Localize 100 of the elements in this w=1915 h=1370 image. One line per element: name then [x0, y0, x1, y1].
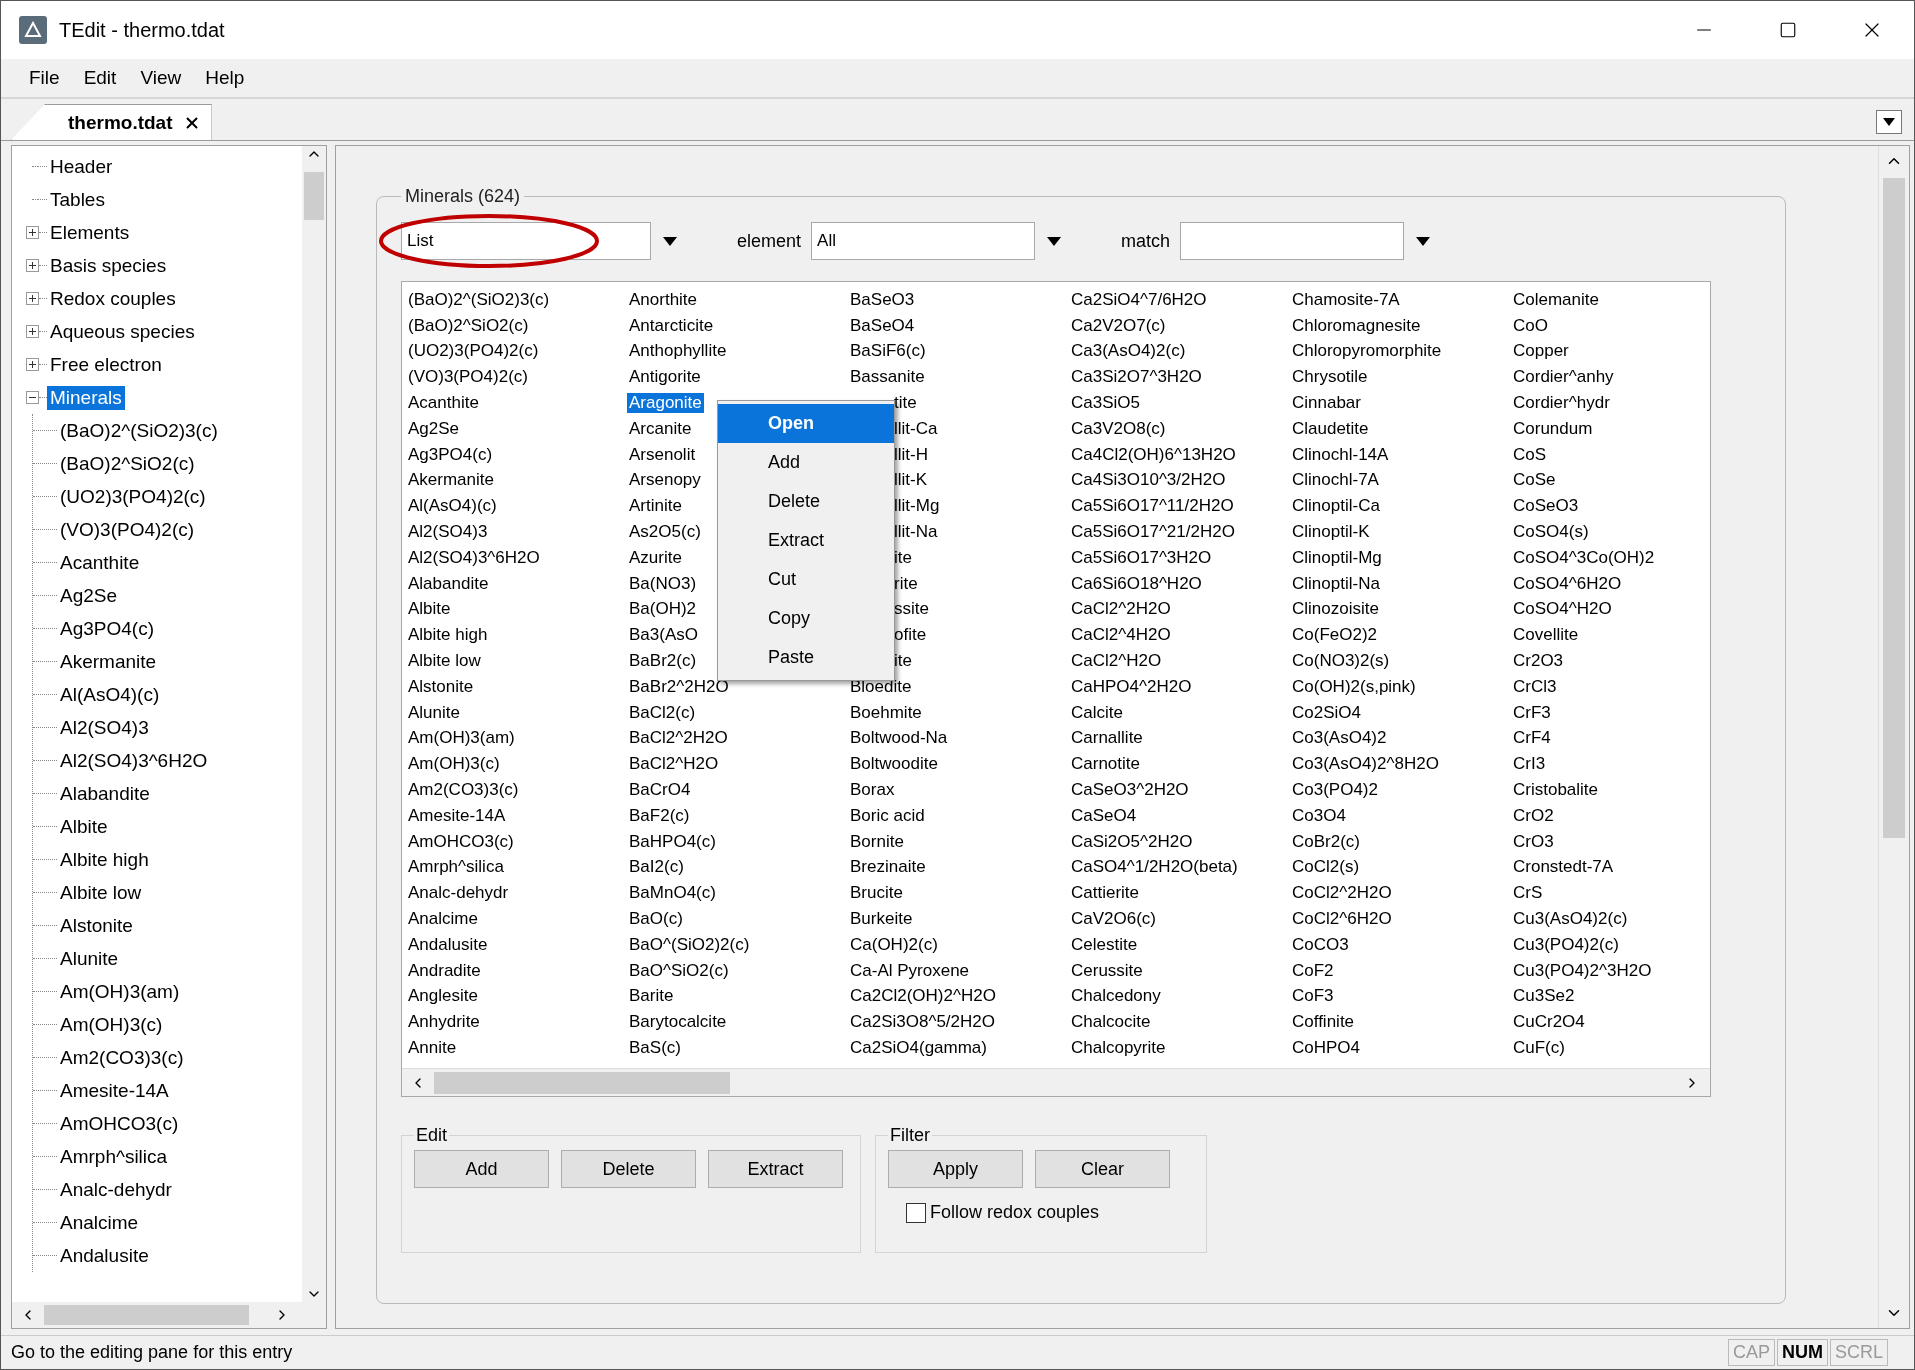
list-item[interactable]: Cristobalite [1511, 780, 1601, 801]
list-item[interactable]: Cerussite [1069, 960, 1145, 981]
dropdown-arrow-icon[interactable] [1883, 118, 1895, 126]
menu-item[interactable]: Add [718, 443, 894, 483]
list-item[interactable]: Ca2V2O7(c) [1069, 315, 1168, 336]
list-item[interactable]: Co2SiO4 [1290, 702, 1363, 723]
expand-icon[interactable] [26, 259, 39, 272]
list-item[interactable]: CoSO4^H2O [1511, 599, 1614, 620]
list-item[interactable]: ssite [892, 599, 931, 620]
list-item[interactable]: (BaO)2^(SiO2)3(c) [406, 289, 552, 310]
list-item[interactable]: Analcime [406, 909, 480, 929]
list-item[interactable]: Claudetite [1290, 418, 1371, 439]
action-button[interactable]: Extract [708, 1150, 843, 1188]
list-item[interactable]: Brucite [848, 883, 905, 904]
list-item[interactable]: Arsenopy [627, 470, 703, 491]
list-item[interactable]: Alunite [406, 702, 462, 723]
list-item[interactable]: Clinoptil-K [1290, 522, 1372, 543]
list-item[interactable]: Copper [1511, 341, 1571, 362]
list-item[interactable]: Covellite [1511, 625, 1581, 646]
list-item[interactable]: Co(OH)2(s,pink) [1290, 676, 1418, 697]
tree-item[interactable]: Akermanite [57, 649, 160, 674]
dropdown-arrow-icon[interactable] [663, 236, 677, 246]
list-item[interactable]: Colemanite [1511, 289, 1601, 310]
list-item[interactable]: CaV2O6(c) [1069, 909, 1159, 929]
list-item[interactable]: BaI2(c) [627, 857, 686, 878]
tree-item[interactable]: Redox couples [47, 286, 179, 311]
maximize-icon[interactable] [1779, 21, 1797, 39]
list-item[interactable]: Ca6Si6O18^H2O [1069, 573, 1204, 594]
list-item[interactable]: BaHPO4(c) [627, 831, 718, 852]
list-item[interactable]: As2O5(c) [627, 522, 703, 543]
list-item[interactable]: Cordier^hydr [1511, 393, 1612, 414]
list-item[interactable]: Ca3SiO5 [1069, 393, 1142, 414]
list-item[interactable]: CuCr2O4 [1511, 1012, 1587, 1033]
list-item[interactable]: Co3(PO4)2 [1290, 780, 1380, 801]
list-item[interactable]: Andalusite [406, 934, 490, 955]
list-item[interactable]: Barite [627, 986, 676, 1007]
list-item[interactable]: Anthophyllite [627, 341, 729, 362]
list-item[interactable]: Chalcedony [1069, 986, 1163, 1007]
list-item[interactable]: CrI3 [1511, 754, 1548, 775]
list-item[interactable]: BaSeO3 [848, 289, 917, 310]
list-item[interactable]: CoCl2(s) [1290, 857, 1362, 878]
match-field[interactable] [1180, 222, 1405, 260]
list-item[interactable]: Ca3Si2O7^3H2O [1069, 367, 1204, 388]
list-item[interactable]: Clinozoisite [1290, 599, 1381, 620]
list-item[interactable]: CoCO3 [1290, 934, 1351, 955]
list-item[interactable]: BaO^(SiO2)2(c) [627, 934, 752, 955]
menu-item[interactable]: File [19, 63, 70, 93]
list-item[interactable]: CrF3 [1511, 702, 1553, 723]
list-item[interactable]: Analc-dehydr [406, 883, 511, 904]
list-item[interactable]: Ca2Si3O8^5/2H2O [848, 1012, 997, 1033]
list-item[interactable]: BaF2(c) [627, 805, 692, 826]
list-item[interactable]: Co(FeO2)2 [1290, 625, 1380, 646]
list-item[interactable]: Cinnabar [1290, 393, 1363, 414]
menu-item[interactable]: View [130, 63, 192, 93]
list-item[interactable]: Antarcticite [627, 315, 716, 336]
list-item[interactable]: Cu3Se2 [1511, 986, 1577, 1007]
list-item[interactable]: CrO2 [1511, 805, 1556, 826]
list-item[interactable]: BaCl2^H2O [627, 754, 721, 775]
list-item[interactable]: CoHPO4 [1290, 1038, 1363, 1058]
list-item[interactable]: Celestite [1069, 934, 1140, 955]
list-item[interactable]: Clinoptil-Na [1290, 573, 1382, 594]
list-item[interactable]: Aragonite [627, 393, 704, 414]
list-item[interactable]: CaCl2^4H2O [1069, 625, 1173, 646]
list-item[interactable]: Burkeite [848, 909, 915, 929]
tree-item[interactable]: Al(AsO4)(c) [57, 682, 163, 707]
list-item[interactable]: CrCl3 [1511, 676, 1559, 697]
tree-item[interactable]: Am(OH)3(am) [57, 979, 183, 1004]
list-item[interactable]: Bornite [848, 831, 906, 852]
list-item[interactable]: Chrysotile [1290, 367, 1370, 388]
list-item[interactable]: Al2(SO4)3^6H2O [406, 547, 542, 568]
list-item[interactable]: Arcanite [627, 418, 694, 439]
list-item[interactable]: Clinochl-14A [1290, 444, 1391, 465]
list-item[interactable]: Ba3(AsO [627, 625, 700, 646]
list-item[interactable]: Boric acid [848, 805, 927, 826]
list-item[interactable]: Cronstedt-7A [1511, 857, 1616, 878]
list-item[interactable]: CoSe [1511, 470, 1558, 491]
menu-item[interactable]: Help [195, 63, 255, 93]
list-item[interactable]: Coffinite [1290, 1012, 1357, 1033]
action-button[interactable]: Delete [561, 1150, 696, 1188]
list-item[interactable]: CoSeO3 [1511, 496, 1581, 517]
dropdown-arrow-icon[interactable] [1047, 236, 1062, 246]
tree-item[interactable]: Albite [57, 814, 111, 839]
list-item[interactable]: Bloedite [848, 676, 914, 697]
tree-item[interactable]: Amrph^silica [57, 1144, 171, 1169]
tree-item[interactable]: Basis species [47, 253, 170, 278]
list-item[interactable]: Azurite [627, 547, 684, 568]
list-item[interactable]: BaBr2^2H2O [627, 676, 731, 697]
list-item[interactable]: Ba(NO3) [627, 573, 699, 594]
scrollbar-thumb[interactable] [304, 172, 324, 220]
list-item[interactable]: CrO3 [1511, 831, 1556, 852]
list-item[interactable]: Andradite [406, 960, 483, 981]
list-item[interactable]: CaSi2O5^2H2O [1069, 831, 1195, 852]
list-item[interactable]: Co(NO3)2(s) [1290, 651, 1392, 672]
list-item[interactable]: CoSO4^3Co(OH)2 [1511, 547, 1657, 568]
list-item[interactable]: Boltwood-Na [848, 728, 950, 749]
list-item[interactable]: Albite high [406, 625, 490, 646]
list-item[interactable]: (UO2)3(PO4)2(c) [406, 341, 541, 362]
list-item[interactable]: Albite low [406, 651, 483, 672]
list-item[interactable]: Ca2SiO4(gamma) [848, 1038, 989, 1058]
list-item[interactable]: Artinite [627, 496, 684, 517]
